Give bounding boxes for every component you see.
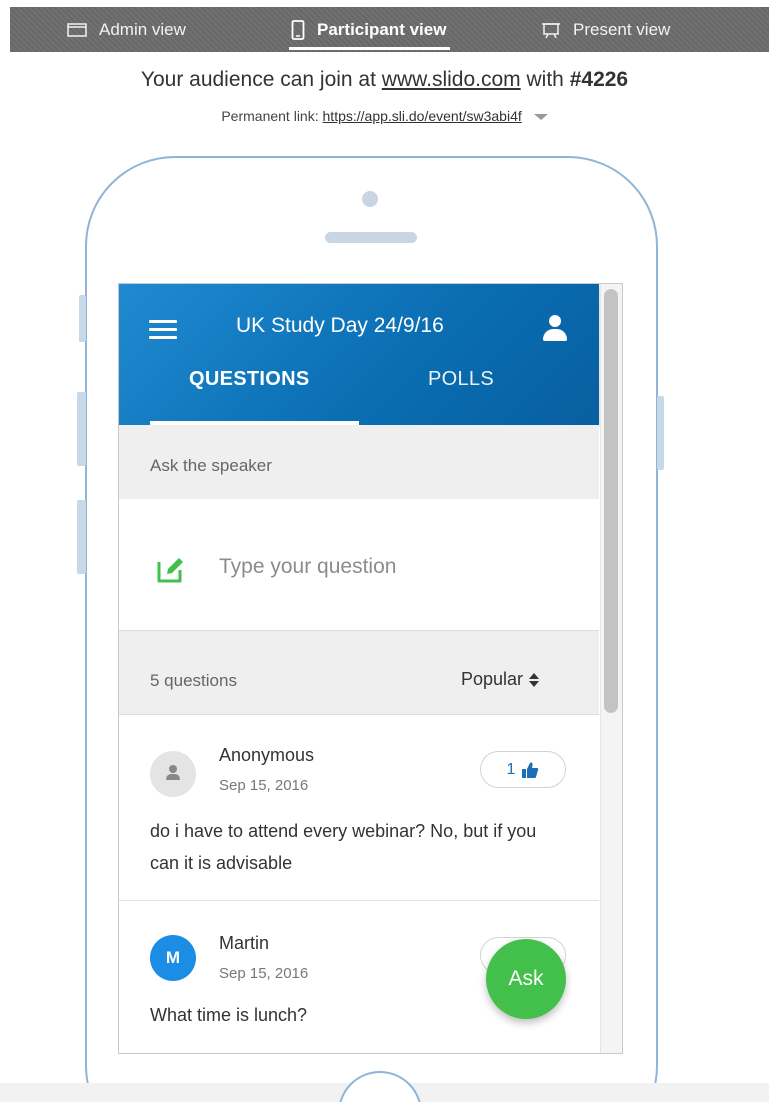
app-header: UK Study Day 24/9/16 QUESTIONS POLLS	[119, 284, 599, 425]
permanent-link-label: Permanent link:	[221, 108, 319, 124]
chevron-down-icon[interactable]	[533, 114, 548, 121]
permanent-link[interactable]: https://app.sli.do/event/sw3abi4f	[323, 108, 522, 124]
question-author: Anonymous	[219, 745, 315, 765]
tab-polls[interactable]: POLLS	[428, 368, 494, 391]
question-count: 5 questions	[150, 671, 237, 690]
present-view-label: Present view	[573, 19, 671, 39]
participant-view-tab[interactable]: Participant view	[288, 7, 451, 52]
question-item: Anonymous Sep 15, 2016 1 do i have to at…	[119, 715, 599, 901]
present-view-tab[interactable]: Present view	[541, 7, 670, 52]
view-toolbar: Admin view Participant view Present view	[10, 7, 769, 52]
phone-camera	[362, 191, 378, 207]
sort-dropdown[interactable]: Popular	[461, 669, 540, 690]
question-date: Sep 15, 2016	[219, 965, 309, 982]
window-icon	[67, 22, 87, 37]
anonymous-user-icon	[169, 765, 177, 773]
ask-speaker-row: Ask the speaker	[119, 425, 599, 499]
avatar	[150, 751, 196, 797]
ask-button[interactable]: Ask	[486, 939, 566, 1019]
questions-list-header: 5 questions Popular	[119, 631, 599, 715]
menu-icon[interactable]	[149, 320, 177, 340]
ask-speaker-label: Ask the speaker	[150, 456, 272, 475]
sort-arrows-icon	[529, 672, 540, 687]
sort-value: Popular	[461, 669, 524, 689]
phone-power-button	[657, 396, 664, 470]
question-text: do i have to attend every webinar? No, b…	[150, 821, 537, 873]
projector-screen-icon	[542, 22, 560, 38]
event-code: #4226	[569, 68, 629, 91]
join-instructions: Your audience can join at www.slido.com …	[0, 68, 769, 92]
user-profile-icon[interactable]	[542, 315, 568, 341]
admin-view-tab[interactable]: Admin view	[67, 7, 186, 52]
avatar: M	[150, 935, 196, 981]
like-count: 1	[506, 760, 516, 778]
slido-url-link[interactable]: www.slido.com	[382, 68, 521, 91]
phone-volume-up-button	[77, 392, 86, 466]
join-middle: with	[526, 68, 564, 91]
compose-icon	[157, 558, 183, 583]
mobile-phone-icon	[291, 19, 305, 40]
phone-screen: UK Study Day 24/9/16 QUESTIONS POLLS Ask…	[118, 283, 623, 1054]
tab-questions[interactable]: QUESTIONS	[189, 368, 310, 391]
question-input-row[interactable]	[119, 499, 599, 631]
thumbs-up-icon	[522, 762, 539, 778]
permanent-link-row: Permanent link: https://app.sli.do/event…	[0, 108, 769, 124]
scrollbar-thumb[interactable]	[604, 289, 618, 713]
participant-view-label: Participant view	[317, 19, 447, 39]
phone-side-button	[79, 295, 86, 342]
question-date: Sep 15, 2016	[219, 777, 309, 794]
question-input[interactable]	[219, 551, 549, 583]
like-button[interactable]: 1	[480, 751, 566, 788]
admin-view-label: Admin view	[99, 19, 186, 39]
phone-speaker	[325, 232, 417, 243]
question-author: Martin	[219, 933, 270, 953]
phone-volume-down-button	[77, 500, 86, 574]
join-prefix: Your audience can join at	[140, 68, 376, 91]
event-title: UK Study Day 24/9/16	[236, 314, 444, 337]
